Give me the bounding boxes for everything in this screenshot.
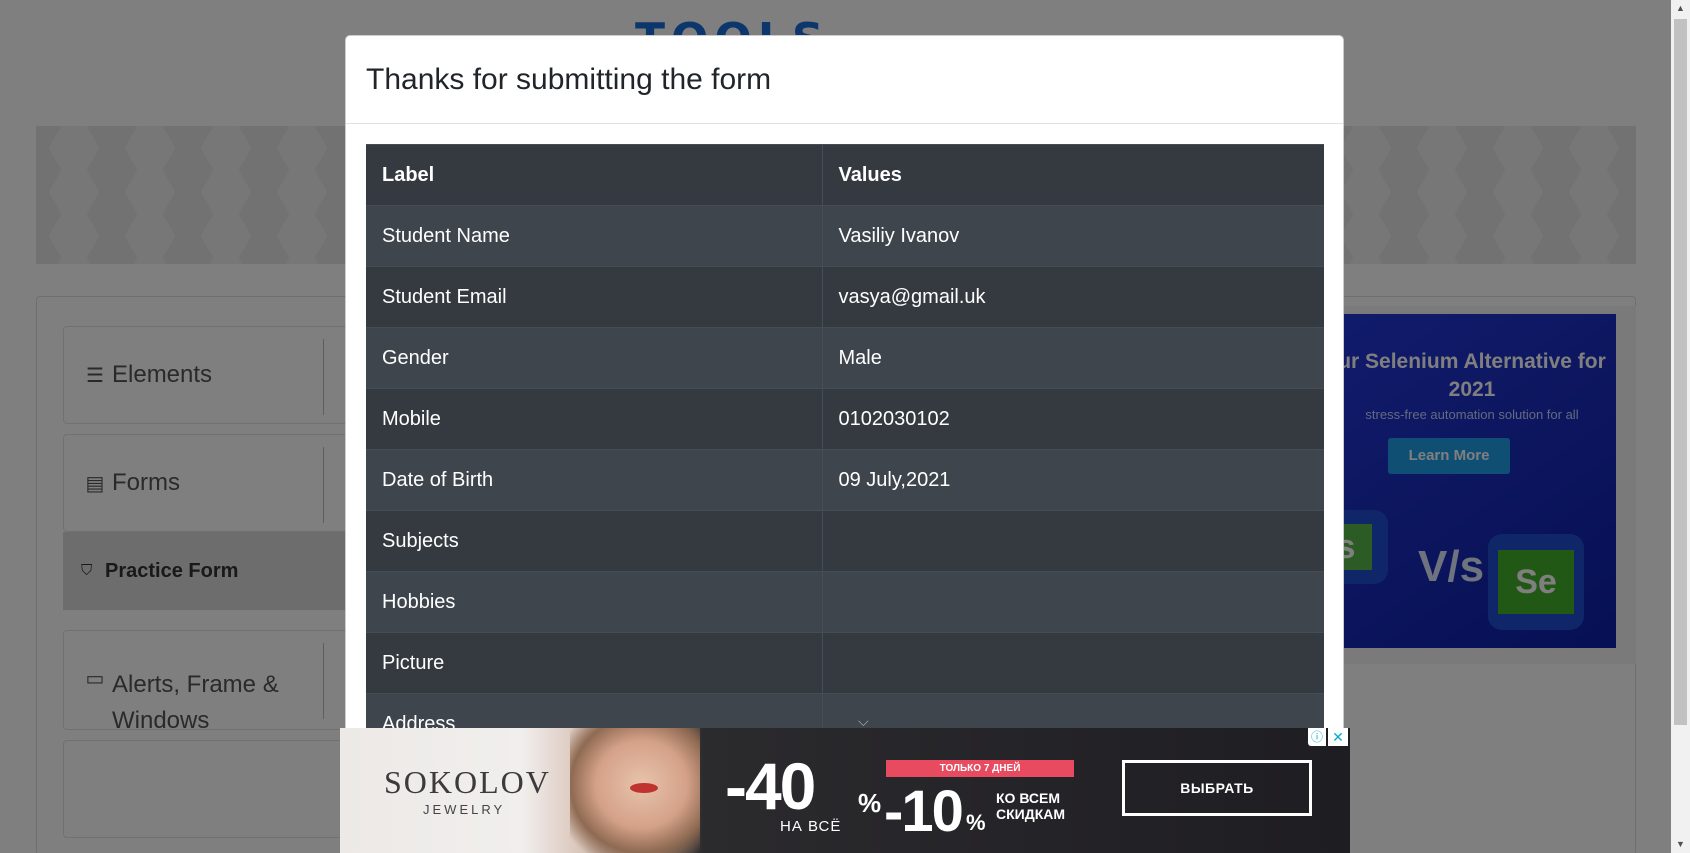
ad-discount-extra-sub: КО ВСЕМ СКИДКАМ bbox=[996, 790, 1065, 822]
row-value: 09 July,2021 bbox=[822, 449, 1324, 511]
row-value: Vasiliy Ivanov bbox=[822, 205, 1324, 267]
ad-info-icon[interactable]: ⓘ bbox=[1308, 728, 1326, 746]
row-label: Date of Birth bbox=[366, 449, 823, 511]
row-value bbox=[822, 571, 1324, 633]
row-label: Hobbies bbox=[366, 571, 823, 633]
ad-promo-strip: ТОЛЬКО 7 ДНЕЙ bbox=[886, 760, 1074, 777]
scroll-up-arrow-icon[interactable]: ▲ bbox=[1671, 0, 1690, 17]
table-row: Hobbies bbox=[366, 571, 1324, 633]
row-value: vasya@gmail.uk bbox=[822, 266, 1324, 328]
row-value: Male bbox=[822, 327, 1324, 389]
row-label: Student Name bbox=[366, 205, 823, 267]
ad-brand: SOKOLOV bbox=[384, 764, 551, 800]
row-label: Student Email bbox=[366, 266, 823, 328]
scroll-down-arrow-icon[interactable]: ▼ bbox=[1671, 836, 1690, 853]
ad-discount-extra-sub-line-2: СКИДКАМ bbox=[996, 806, 1066, 822]
ad-close-icon[interactable]: ✕ bbox=[1328, 728, 1348, 746]
results-table: Label Values Student Name Vasiliy Ivanov… bbox=[366, 144, 1324, 755]
ad-model-lips bbox=[630, 783, 658, 793]
row-label: Picture bbox=[366, 632, 823, 694]
column-header-values: Values bbox=[822, 144, 1324, 206]
ad-discount-main-pct: % bbox=[858, 788, 882, 818]
table-row: Date of Birth 09 July,2021 bbox=[366, 449, 1324, 511]
table-row: Subjects bbox=[366, 510, 1324, 572]
table-header-row: Label Values bbox=[366, 144, 1324, 206]
row-value bbox=[822, 510, 1324, 572]
row-value bbox=[822, 632, 1324, 694]
ad-discount-extra: -10 bbox=[884, 779, 964, 844]
table-row: Student Email vasya@gmail.uk bbox=[366, 266, 1324, 328]
ad-discount-extra-pct: % bbox=[966, 810, 986, 835]
modal-title: Thanks for submitting the form bbox=[366, 62, 772, 96]
scroll-thumb[interactable] bbox=[1674, 19, 1687, 725]
table-row: Mobile 0102030102 bbox=[366, 388, 1324, 450]
ad-discount-extra-sub-line-1: КО ВСЕМ bbox=[996, 790, 1061, 806]
table-row: Gender Male bbox=[366, 327, 1324, 389]
modal-header: Thanks for submitting the form bbox=[346, 36, 1343, 124]
chevron-down-icon: ⌵ bbox=[858, 713, 869, 729]
table-row: Picture bbox=[366, 632, 1324, 694]
row-label: Mobile bbox=[366, 388, 823, 450]
ad-discount-main-sub: НА ВСЁ bbox=[780, 818, 842, 835]
bottom-ad-banner[interactable]: SOKOLOV JEWELRY -40 % НА ВСЁ ТОЛЬКО 7 ДН… bbox=[340, 728, 1350, 853]
row-value: 0102030102 bbox=[822, 388, 1324, 450]
ad-cta-button[interactable]: ВЫБРАТЬ bbox=[1122, 760, 1312, 816]
page-scrollbar[interactable]: ▲ ▼ bbox=[1671, 0, 1690, 853]
table-row: Student Name Vasiliy Ivanov bbox=[366, 205, 1324, 267]
ad-discount-main: -40 bbox=[725, 749, 816, 823]
ad-brand-sub: JEWELRY bbox=[423, 802, 506, 817]
row-label: Gender bbox=[366, 327, 823, 389]
row-label: Subjects bbox=[366, 510, 823, 572]
column-header-label: Label bbox=[366, 144, 823, 206]
